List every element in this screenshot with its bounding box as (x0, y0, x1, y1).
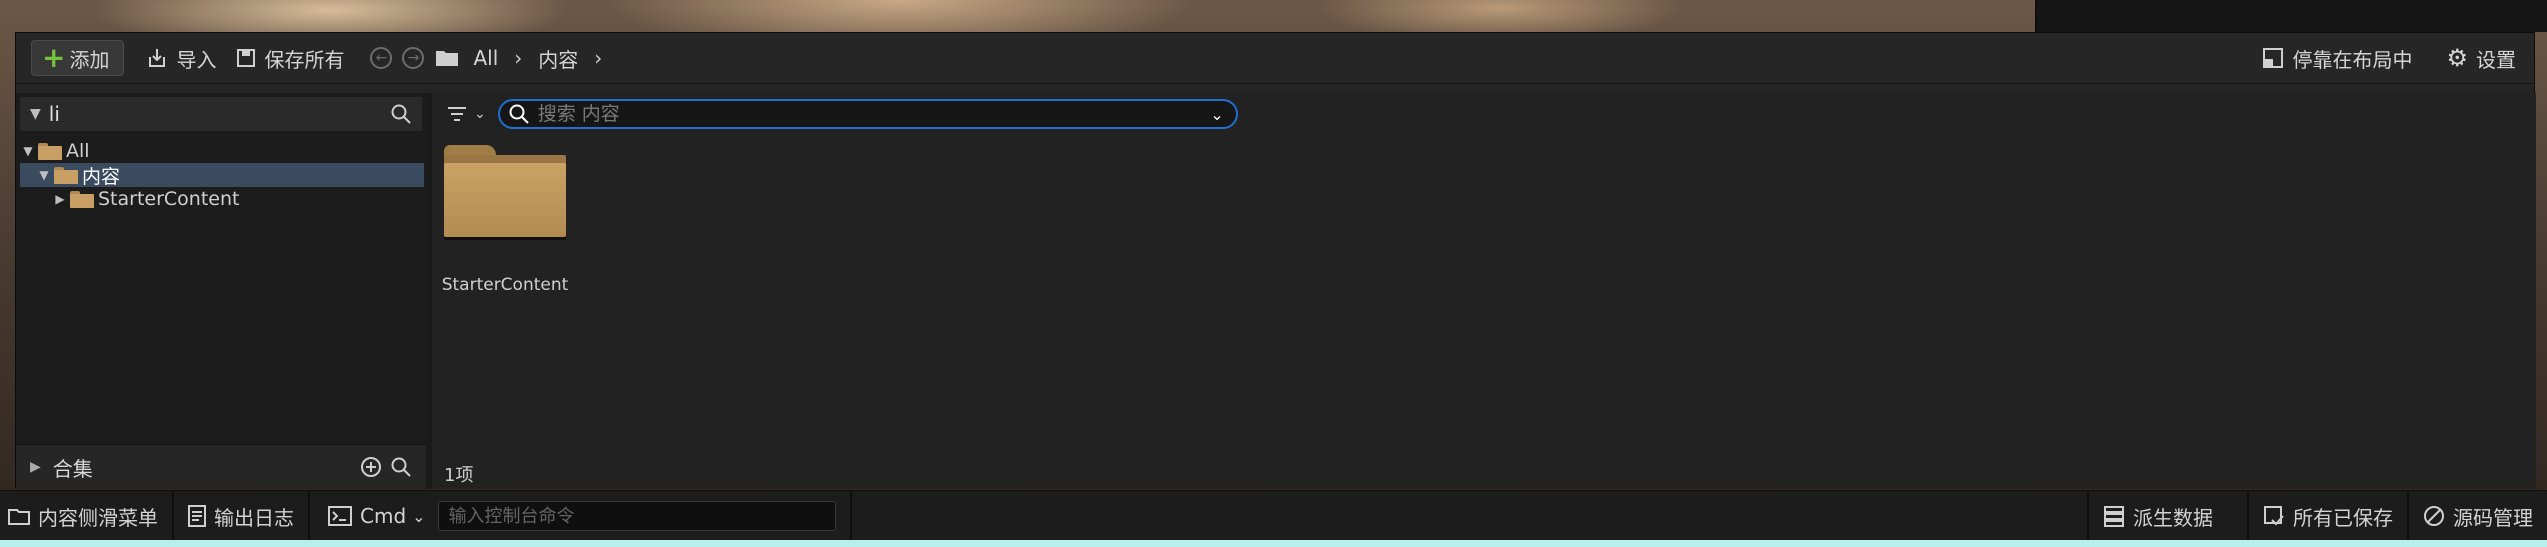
console-area: Cmd ⌄ (310, 491, 850, 541)
sources-panel: ▼ li ▼ All ▼ 内容 ▶ StarterContent ▶ 合集 (16, 93, 432, 489)
collapse-triangle-icon[interactable]: ▼ (30, 106, 41, 122)
folder-open-icon (54, 166, 78, 184)
tree-item-label: StarterContent (98, 188, 240, 210)
forward-arrow-icon[interactable]: → (402, 47, 425, 69)
folder-open-icon (38, 142, 62, 160)
sources-search-input[interactable]: li (49, 102, 390, 126)
derived-data-button[interactable]: 派生数据 (2087, 491, 2249, 541)
folder-browse-button[interactable] (429, 40, 465, 76)
background-panel (2035, 0, 2547, 32)
search-icon (508, 103, 530, 125)
settings-label: 设置 (2476, 47, 2516, 72)
asset-tile-label: StarterContent (441, 275, 569, 295)
dock-in-layout-button[interactable]: 停靠在布局中 (2252, 40, 2422, 76)
asset-tile-folder[interactable]: StarterContent (440, 141, 570, 295)
add-button[interactable]: + 添加 (31, 40, 125, 76)
folder-icon (70, 190, 94, 208)
asset-search-input[interactable] (531, 103, 1211, 125)
chevron-down-icon: ⌄ (474, 106, 486, 122)
derived-data-label: 派生数据 (2133, 505, 2213, 530)
import-button[interactable]: 导入 (136, 40, 226, 76)
content-browser-toolbar: + 添加 导入 保存所有 ← → All › 内容 › 停靠在布局中 ⚙ 设置 (16, 33, 2534, 84)
filter-icon (448, 107, 466, 121)
expand-triangle-icon[interactable]: ▶ (30, 459, 41, 475)
source-control-label: 源码管理 (2453, 505, 2533, 530)
save-check-icon (2263, 505, 2285, 527)
expand-arrow-icon[interactable]: ▼ (20, 144, 36, 158)
derived-data-icon (2103, 505, 2125, 527)
tree-item-all[interactable]: ▼ All (20, 139, 424, 163)
import-button-label: 导入 (176, 47, 217, 72)
collections-label[interactable]: 合集 (53, 453, 360, 482)
output-log-label: 输出日志 (214, 505, 294, 530)
expand-arrow-icon[interactable]: ▼ (36, 168, 52, 182)
dock-label: 停靠在布局中 (2292, 47, 2413, 72)
back-arrow-icon[interactable]: ← (370, 47, 393, 69)
add-button-label: 添加 (69, 47, 110, 72)
folder-icon (436, 51, 459, 66)
import-icon (146, 47, 168, 69)
source-control-button[interactable]: 源码管理 (2409, 491, 2547, 541)
status-bar: 内容侧滑菜单 输出日志 Cmd ⌄ 派生数据 所有已保存 源码管理 (0, 490, 2547, 541)
asset-view: ⌄ ⌄ StarterContent 1项 (432, 93, 2536, 489)
plus-icon: + (42, 41, 66, 74)
content-drawer-label: 内容侧滑菜单 (38, 505, 158, 530)
chevron-down-icon: ⌄ (412, 506, 426, 526)
tree-item-label: 内容 (82, 165, 121, 188)
collapsed-arrow-icon[interactable]: ▶ (52, 192, 68, 206)
cmd-dropdown[interactable]: Cmd ⌄ (324, 498, 430, 534)
search-icon[interactable] (390, 103, 412, 125)
cmd-label: Cmd (360, 504, 407, 528)
content-drawer-icon (8, 506, 30, 526)
tree-item-startercontent[interactable]: ▶ StarterContent (20, 187, 424, 211)
all-saved-button[interactable]: 所有已保存 (2249, 491, 2409, 541)
filter-row: ⌄ ⌄ (432, 93, 2536, 135)
content-browser-window: + 添加 导入 保存所有 ← → All › 内容 › 停靠在布局中 ⚙ 设置 … (15, 32, 2536, 489)
folder-icon (442, 141, 568, 241)
item-count: 1项 (444, 465, 474, 486)
tree-item-content[interactable]: ▼ 内容 (20, 163, 424, 188)
save-icon (236, 48, 256, 68)
breadcrumb-all[interactable]: All (465, 46, 506, 70)
breadcrumb-chevron-icon[interactable]: › (506, 46, 530, 70)
layout-icon (2262, 47, 2284, 69)
search-icon[interactable] (390, 456, 412, 478)
save-all-button-label: 保存所有 (264, 47, 345, 72)
filter-button[interactable]: ⌄ (446, 105, 486, 123)
asset-search-box[interactable]: ⌄ (497, 99, 1238, 129)
gear-icon: ⚙ (2446, 44, 2468, 72)
sources-search[interactable]: ▼ li (20, 97, 422, 131)
content-drawer-button[interactable]: 内容侧滑菜单 (0, 491, 174, 541)
breadcrumb-chevron-icon[interactable]: › (586, 46, 610, 70)
output-log-button[interactable]: 输出日志 (174, 491, 310, 541)
collections-bar: ▶ 合集 (16, 444, 426, 489)
search-history-chevron-icon[interactable]: ⌄ (1210, 105, 1223, 124)
settings-button[interactable]: ⚙ 设置 (2436, 40, 2526, 76)
tree-item-label: All (66, 140, 90, 162)
terminal-icon (328, 506, 352, 526)
window-bottom-edge (0, 540, 2547, 547)
log-icon (188, 505, 206, 527)
folder-tree: ▼ All ▼ 内容 ▶ StarterContent (20, 139, 424, 211)
console-input[interactable] (437, 501, 836, 531)
add-collection-icon[interactable] (360, 456, 382, 478)
save-all-button[interactable]: 保存所有 (226, 40, 354, 76)
all-saved-label: 所有已保存 (2293, 505, 2393, 530)
disabled-circle-icon (2423, 505, 2445, 527)
breadcrumb-content[interactable]: 内容 (530, 44, 586, 73)
